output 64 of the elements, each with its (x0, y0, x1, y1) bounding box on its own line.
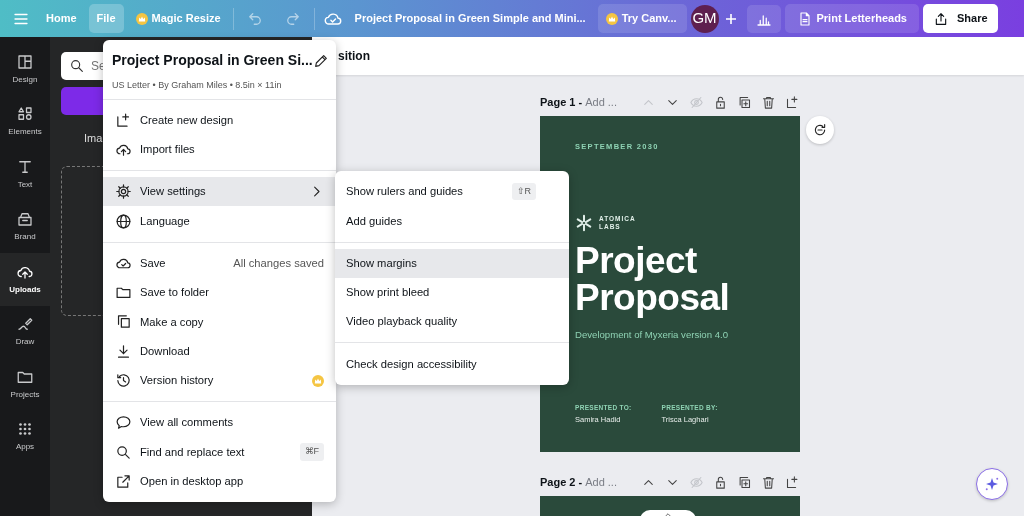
page-title-field[interactable]: Add ... (585, 473, 617, 491)
menu-item[interactable]: Save to folder (103, 278, 336, 308)
sidebar-item[interactable]: Draw (0, 305, 50, 358)
assistant-button[interactable] (976, 468, 1008, 500)
design-title[interactable]: Project Proposal in Green Si... (112, 50, 313, 71)
pencil-icon[interactable] (312, 52, 329, 69)
menu-item[interactable]: Find and replace text ⌘F (103, 437, 336, 467)
sidebar-item[interactable]: Design (0, 43, 50, 96)
menu-item[interactable]: Save All changes saved (103, 248, 336, 278)
avatar[interactable]: GM (690, 4, 719, 33)
layout-icon (16, 52, 34, 71)
crown-icon (605, 12, 618, 25)
add-page-icon[interactable] (785, 94, 800, 110)
trash-icon[interactable] (761, 474, 776, 490)
menu-item[interactable]: Import files (103, 134, 336, 165)
menu-item[interactable]: Download (103, 336, 336, 366)
globe-icon (115, 212, 132, 230)
sidebar-item[interactable]: Text (0, 148, 50, 201)
toolbar-button[interactable]: sition (338, 47, 370, 65)
refresh-icon (812, 122, 828, 138)
page-title-field[interactable]: Add ... (585, 93, 617, 111)
sidebar-item[interactable]: Projects (0, 358, 50, 411)
comment-button[interactable] (806, 116, 834, 144)
document-title[interactable]: Project Proposal in Green Simple and Mini... (350, 4, 590, 33)
page-label: Page 2 - (540, 474, 583, 490)
sidebar-item[interactable]: Apps (0, 410, 50, 463)
menu-item[interactable]: Language (103, 206, 336, 236)
menu-item[interactable]: Version history (103, 365, 336, 396)
search-icon (115, 443, 132, 461)
logo-icon (575, 214, 593, 233)
menu-item[interactable]: Show margins (335, 248, 569, 278)
settings-icon (115, 183, 132, 201)
share-button[interactable]: Share (922, 4, 998, 33)
search-icon (69, 58, 85, 74)
crown-icon (135, 12, 148, 25)
menu-item[interactable]: View settings (103, 177, 336, 207)
shop-icon (16, 210, 34, 229)
document-subtitle: Development of Myxeria version 4.0 (575, 328, 730, 343)
sidebar-item[interactable]: Brand (0, 200, 50, 253)
comment-icon (115, 414, 132, 432)
duplicate-icon[interactable] (737, 94, 752, 110)
menu-item[interactable]: Open in desktop app (103, 466, 336, 497)
menu-item[interactable]: Make a copy (103, 307, 336, 337)
copy-icon (115, 313, 132, 331)
document-title: Project Proposal (575, 242, 731, 317)
page-label: Page 1 - (540, 94, 583, 110)
history-icon (115, 372, 132, 389)
download-icon (115, 342, 132, 360)
menu-item[interactable]: Create new design (103, 105, 336, 135)
add-page-icon[interactable] (785, 474, 800, 490)
trial-button[interactable]: Try Canv... (597, 4, 687, 33)
insights-button[interactable] (746, 4, 781, 33)
plus-icon (724, 12, 737, 25)
lock-icon[interactable] (713, 94, 728, 110)
sparkle-icon (983, 475, 1001, 493)
duplicate-icon[interactable] (737, 474, 752, 490)
sidebar-item[interactable]: Elements (0, 95, 50, 148)
design-details: US Letter • By Graham Miles • 8.5in × 11in (112, 79, 283, 92)
lock-icon[interactable] (713, 474, 728, 490)
external-link-icon (115, 472, 132, 490)
menu-item[interactable]: View all comments (103, 408, 336, 438)
sidebar-item[interactable]: Uploads (0, 253, 50, 306)
trash-icon[interactable] (761, 94, 776, 110)
print-button[interactable]: Print Letterheads (784, 4, 919, 33)
